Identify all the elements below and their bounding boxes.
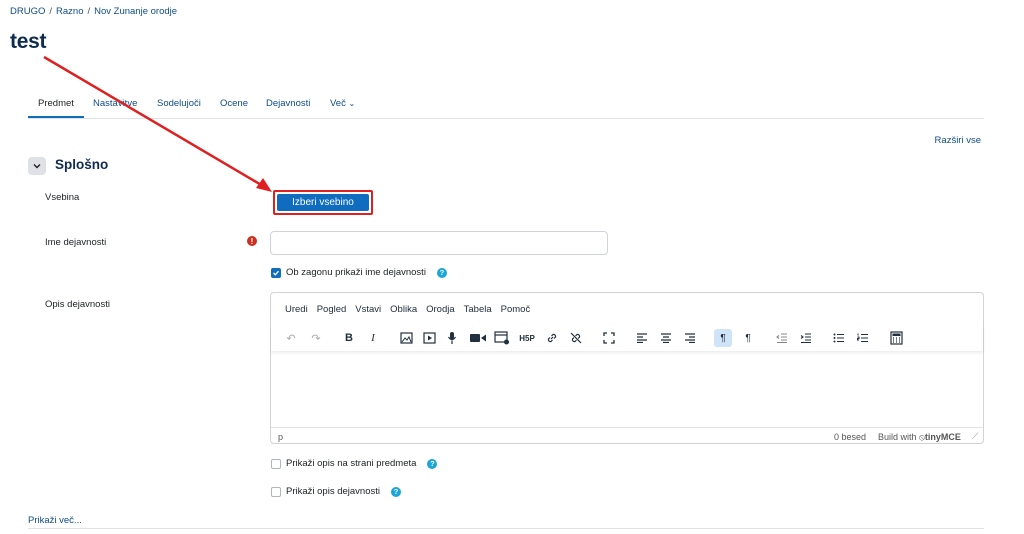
content-label: Vsebina <box>45 192 80 203</box>
activity-name-label: Ime dejavnosti <box>45 237 107 248</box>
breadcrumb-item-razno[interactable]: Razno <box>56 6 83 17</box>
tab-sodelujoci[interactable]: Sodelujoči <box>157 98 201 109</box>
menu-pomoc[interactable]: Pomoč <box>501 304 531 315</box>
show-desc-activity-checkbox[interactable] <box>271 486 281 497</box>
element-path[interactable]: p <box>278 432 283 442</box>
align-left-icon[interactable] <box>633 329 651 347</box>
rich-text-editor: Uredi Pogled Vstavi Oblika Orodja Tabela Pomoč… <box>270 292 984 444</box>
link-icon[interactable] <box>543 329 561 347</box>
breadcrumb-item-drugo[interactable]: DRUGO <box>10 6 45 17</box>
tab-vec[interactable]: Več ⌄ <box>330 98 355 109</box>
tab-vec-label: Več <box>330 98 346 109</box>
select-content-button[interactable]: Izberi vsebino <box>277 194 369 211</box>
menu-orodja[interactable]: Orodja <box>426 304 455 315</box>
bold-icon[interactable]: B <box>340 329 358 347</box>
editor-toolbar: ↶ ↷ B I H5P ¶ ¶ <box>271 325 983 351</box>
show-desc-activity-label: Prikaži opis dejavnosti <box>286 486 380 497</box>
editor-menubar: Uredi Pogled Vstavi Oblika Orodja Tabela Pomoč <box>285 304 539 315</box>
image-icon[interactable] <box>397 329 415 347</box>
calculator-icon[interactable] <box>887 329 905 347</box>
breadcrumb: DRUGO / Razno / Nov Zunanje orodje <box>10 6 177 17</box>
undo-icon[interactable]: ↶ <box>282 329 300 347</box>
ltr-direction-icon[interactable]: ¶ <box>714 329 732 347</box>
show-desc-course-label: Prikaži opis na strani predmeta <box>286 458 417 469</box>
microphone-icon[interactable] <box>443 329 461 347</box>
unlink-icon[interactable] <box>567 329 585 347</box>
expand-all-link[interactable]: Razširi vse <box>935 135 981 146</box>
show-desc-course-row: Prikaži opis na strani predmeta ? <box>271 458 438 469</box>
italic-icon[interactable]: I <box>364 329 382 347</box>
menu-vstavi[interactable]: Vstavi <box>355 304 381 315</box>
show-desc-course-checkbox[interactable] <box>271 458 281 469</box>
required-icon: ! <box>247 236 257 246</box>
outdent-icon[interactable] <box>773 329 791 347</box>
annotation-highlight-box: Izberi vsebino <box>273 190 373 215</box>
menu-tabela[interactable]: Tabela <box>464 304 492 315</box>
help-icon[interactable]: ? <box>427 458 438 469</box>
tab-dejavnosti[interactable]: Dejavnosti <box>266 98 310 109</box>
chevron-down-icon: ⌄ <box>348 99 356 108</box>
h5p-icon[interactable]: H5P <box>518 329 536 347</box>
chevron-down-icon <box>33 164 41 169</box>
bullet-list-icon[interactable] <box>830 329 848 347</box>
tab-nastavitve[interactable]: Nastavitve <box>93 98 137 109</box>
show-desc-activity-row: Prikaži opis dejavnosti ? <box>271 486 401 497</box>
activity-name-input[interactable] <box>270 231 608 255</box>
resize-handle-icon[interactable]: ⟋ <box>972 431 978 442</box>
breadcrumb-separator: / <box>49 6 53 17</box>
menu-uredi[interactable]: Uredi <box>285 304 308 315</box>
fullscreen-icon[interactable] <box>600 329 618 347</box>
section-title: Splošno <box>55 157 109 172</box>
description-label: Opis dejavnosti <box>45 299 110 310</box>
show-name-checkbox[interactable] <box>271 267 281 278</box>
page-title: test <box>10 30 47 53</box>
help-icon[interactable]: ? <box>391 486 401 497</box>
build-with-label: Build with <box>878 432 917 442</box>
breadcrumb-separator: / <box>87 6 91 17</box>
show-name-label: Ob zagonu prikaži ime dejavnosti <box>286 267 426 278</box>
breadcrumb-item-current: Nov Zunanje orodje <box>94 6 178 17</box>
indent-icon[interactable] <box>797 329 815 347</box>
tab-ocene[interactable]: Ocene <box>220 98 248 109</box>
align-center-icon[interactable] <box>657 329 675 347</box>
section-collapse-toggle[interactable] <box>28 157 46 175</box>
manage-files-icon[interactable] <box>493 329 511 347</box>
numbered-list-icon[interactable] <box>854 329 872 347</box>
tab-predmet[interactable]: Predmet <box>38 98 74 109</box>
menu-pogled[interactable]: Pogled <box>317 304 347 315</box>
checkmark-icon <box>273 270 279 276</box>
active-tab-indicator <box>28 116 84 118</box>
show-name-row: Ob zagonu prikaži ime dejavnosti ? <box>271 267 447 278</box>
video-icon[interactable] <box>469 329 487 347</box>
secondary-nav: Predmet Nastavitve Sodelujoči Ocene Deja… <box>28 92 984 119</box>
media-icon[interactable] <box>420 329 438 347</box>
editor-statusbar: p 0 besed Build with ⦸tinyMCE ⟋ <box>271 427 983 444</box>
align-right-icon[interactable] <box>681 329 699 347</box>
tinymce-branding[interactable]: Build with ⦸tinyMCE <box>878 432 961 443</box>
rtl-direction-icon[interactable]: ¶ <box>739 329 757 347</box>
help-icon[interactable]: ? <box>436 267 447 278</box>
tinymce-brand-label: tinyMCE <box>924 432 961 442</box>
divider <box>28 528 984 529</box>
redo-icon[interactable]: ↷ <box>307 329 325 347</box>
annotation-arrow <box>43 55 272 192</box>
menu-oblika[interactable]: Oblika <box>390 304 417 315</box>
word-count[interactable]: 0 besed <box>834 432 866 442</box>
show-more-link[interactable]: Prikaži več... <box>28 515 82 526</box>
